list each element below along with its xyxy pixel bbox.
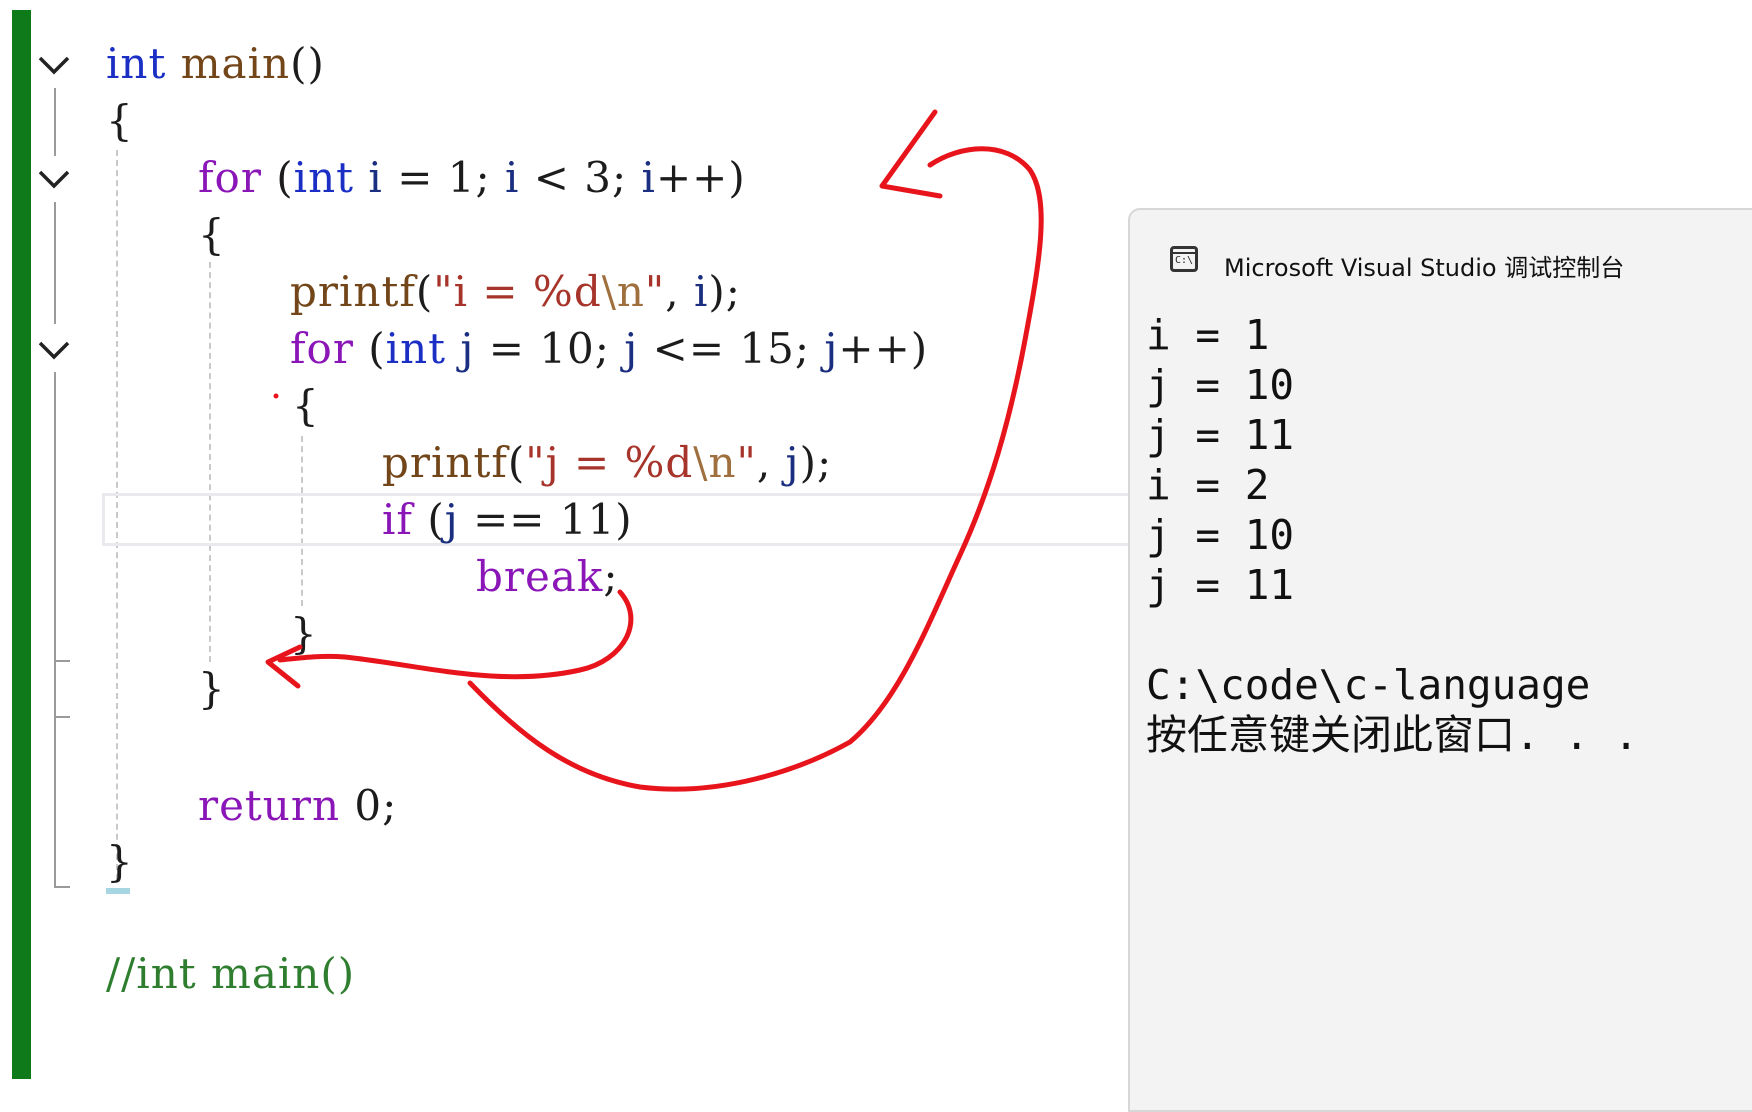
annotation-dot — [273, 393, 279, 399]
code-line: //int main() — [106, 946, 355, 1002]
console-output-line: 按任意键关闭此窗口. . . — [1146, 711, 1639, 759]
code-line: } — [106, 834, 134, 890]
code-token: for — [290, 324, 354, 373]
code-line: break; — [476, 549, 618, 605]
code-token: 0; — [340, 781, 398, 830]
outline-line — [54, 372, 56, 660]
code-line: for (int j = 10; j <= 15; j++) — [290, 321, 928, 377]
code-line: printf("j = %d\n", j); — [382, 435, 832, 491]
code-token: j — [444, 495, 459, 544]
console-title: Microsoft Visual Studio 调试控制台 — [1224, 254, 1625, 282]
code-token: main — [180, 39, 291, 88]
code-token: ); — [799, 438, 833, 487]
code-token: ); — [708, 267, 741, 316]
code-token: \n — [601, 267, 645, 316]
console-icon: C:\ — [1170, 246, 1198, 272]
code-token: i — [641, 153, 656, 202]
code-token: j — [624, 324, 639, 373]
code-token: printf — [290, 267, 416, 316]
code-line: } — [290, 606, 318, 662]
outline-line — [54, 662, 56, 888]
code-token: break — [476, 552, 604, 601]
code-token: //int main() — [106, 949, 356, 998]
code-token: int — [293, 153, 355, 202]
code-token: ( — [415, 267, 434, 316]
console-output-line: i = 2 — [1146, 461, 1270, 509]
code-token: if — [382, 495, 413, 544]
code-token: j — [785, 438, 800, 487]
fold-toggle-chevron-icon[interactable] — [36, 164, 76, 194]
code-token: } — [106, 837, 134, 886]
code-line: { — [106, 93, 134, 149]
console-output: i = 1 j = 10 j = 11 i = 2 j = 10 j = 11 … — [1146, 310, 1638, 760]
code-line: } — [198, 661, 226, 717]
code-line: { — [198, 207, 226, 263]
indent-guide — [209, 262, 211, 662]
console-output-line: i = 1 — [1146, 311, 1270, 359]
code-token: <= 15; — [638, 324, 825, 373]
code-token: int — [385, 324, 447, 373]
code-token: ; — [603, 552, 619, 601]
console-output-line: C:\code\c-language — [1146, 661, 1591, 709]
debug-console-window[interactable]: C:\ Microsoft Visual Studio 调试控制台 i = 1 … — [1128, 208, 1752, 1112]
code-line: for (int i = 1; i < 3; i++) — [198, 150, 746, 206]
code-token: ( — [261, 153, 294, 202]
code-token: == 11) — [458, 495, 633, 544]
outline-line — [54, 202, 56, 324]
code-token: for — [198, 153, 262, 202]
outline-line — [54, 716, 70, 718]
code-line: return 0; — [198, 778, 397, 834]
code-token: "i = %d — [433, 267, 602, 316]
fold-toggle-chevron-icon[interactable] — [36, 50, 76, 80]
code-token: ( — [353, 324, 386, 373]
code-token: " — [736, 438, 757, 487]
code-token: ( — [507, 438, 526, 487]
code-token: " — [644, 267, 666, 316]
console-output-line: j = 10 — [1146, 361, 1295, 409]
code-line: { — [292, 378, 320, 434]
outline-line — [54, 660, 70, 662]
outline-line — [54, 88, 56, 156]
fold-toggle-chevron-icon[interactable] — [36, 335, 76, 365]
code-token: i — [368, 153, 383, 202]
code-token: , — [665, 267, 694, 316]
code-token: return — [198, 781, 340, 830]
code-token: () — [290, 39, 325, 88]
text-caret — [106, 888, 130, 894]
code-token: { — [106, 96, 134, 145]
console-titlebar[interactable]: C:\ Microsoft Visual Studio 调试控制台 — [1130, 210, 1752, 298]
code-token: < 3; — [519, 153, 642, 202]
code-line: int main() — [106, 36, 325, 92]
change-indicator-bar — [12, 10, 31, 1079]
code-token: ( — [412, 495, 445, 544]
code-token: int — [106, 39, 167, 88]
code-token: i — [693, 267, 709, 316]
code-token: } — [290, 609, 318, 658]
code-token: , — [756, 438, 786, 487]
code-token: printf — [382, 438, 508, 487]
code-token: j — [824, 324, 839, 373]
code-token: { — [198, 210, 226, 259]
code-line: printf("i = %d\n", i); — [290, 264, 741, 320]
code-token: = 1; — [382, 153, 505, 202]
code-token: "j = %d — [525, 438, 694, 487]
console-output-line: j = 11 — [1146, 561, 1295, 609]
code-token: i — [504, 153, 520, 202]
console-output-line: j = 10 — [1146, 511, 1295, 559]
code-token: ++) — [655, 153, 746, 202]
outline-line — [54, 886, 70, 888]
code-token: = 10; — [474, 324, 625, 373]
code-token: ++) — [838, 324, 929, 373]
code-token: \n — [693, 438, 737, 487]
code-line: if (j == 11) — [382, 492, 633, 548]
console-output-line: j = 11 — [1146, 411, 1295, 459]
code-token: { — [292, 381, 320, 430]
code-token: } — [198, 664, 226, 713]
code-token: j — [460, 324, 475, 373]
